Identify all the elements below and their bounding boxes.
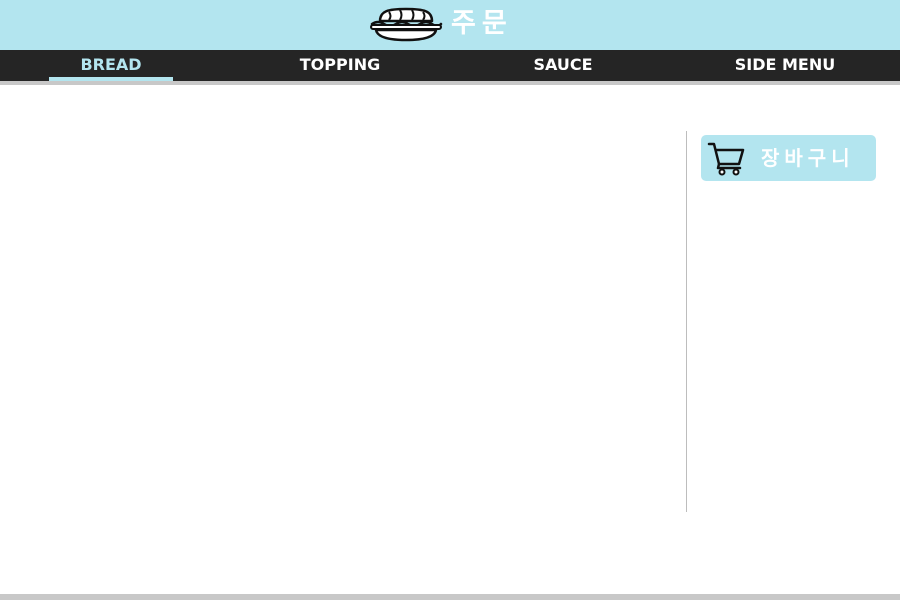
tab-side-menu[interactable]: SIDE MENU <box>725 50 845 81</box>
footer-divider <box>0 594 900 600</box>
tab-sauce[interactable]: SAUCE <box>503 50 623 81</box>
sidebar-divider <box>686 131 687 512</box>
menu-content-area <box>0 85 686 515</box>
category-nav: BREAD TOPPING SAUCE SIDE MENU <box>0 50 900 82</box>
page-title: 주문 <box>451 8 513 39</box>
tab-topping[interactable]: TOPPING <box>280 50 400 81</box>
tab-bread[interactable]: BREAD <box>49 50 173 82</box>
shopping-cart-icon <box>707 142 745 176</box>
app-header: 주문 <box>0 0 900 50</box>
cart-button[interactable]: 장바구니 <box>701 135 876 181</box>
cart-label: 장바구니 <box>761 146 855 170</box>
sandwich-icon <box>370 7 443 42</box>
